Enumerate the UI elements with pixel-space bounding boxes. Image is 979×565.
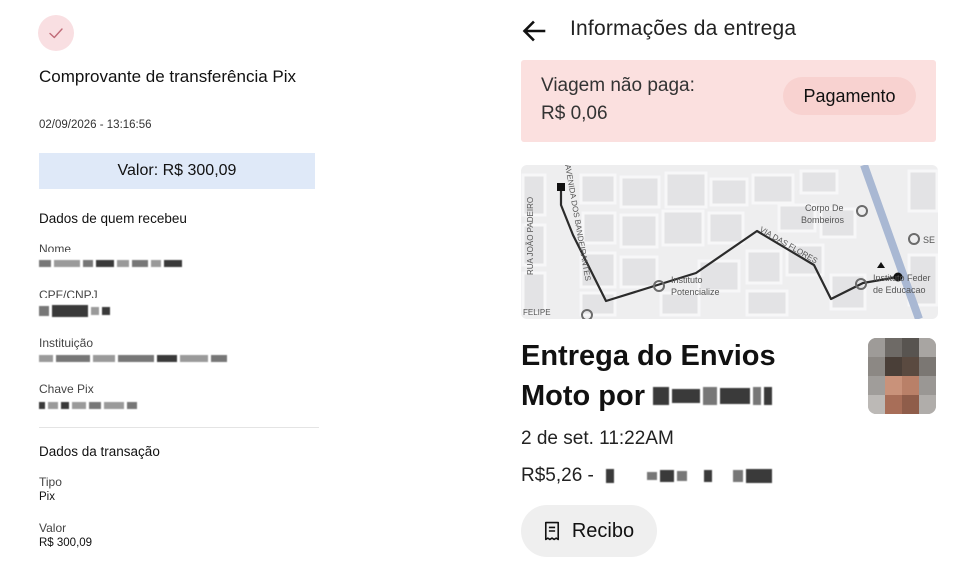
value-label: Valor: [39, 521, 67, 535]
map-poi-instituto-2: Potencialize: [671, 287, 720, 297]
receipt-title: Comprovante de transferência Pix: [39, 67, 297, 86]
pix-receipt-panel: Comprovante de transferência Pix 02/09/2…: [0, 0, 330, 565]
institution-label: Instituição: [39, 336, 94, 350]
payment-method-redacted: [605, 468, 772, 484]
map-poi-federal-2: de Educacao: [873, 285, 926, 295]
arrow-left-icon[interactable]: [520, 17, 548, 45]
receipt-datetime: 02/09/2026 - 13:16:56: [39, 119, 152, 131]
route-map-canvas: RUA JOÃO PADEIRO AVENIDA DOS BANDEIRANTE…: [521, 165, 938, 319]
map-poi-bombeiros-1: Corpo De: [805, 203, 844, 213]
type-label: Tipo: [39, 475, 62, 489]
route-map[interactable]: RUA JOÃO PADEIRO AVENIDA DOS BANDEIRANTE…: [521, 165, 938, 319]
payment-button[interactable]: Pagamento: [783, 77, 916, 115]
value-value: R$ 300,09: [39, 537, 93, 549]
recipient-section-heading: Dados de quem recebeu: [39, 211, 187, 226]
trip-title-line2-row: Moto por: [521, 376, 841, 416]
pix-key-value-redacted: [39, 401, 137, 409]
unpaid-trip-label: Viagem não paga:: [541, 75, 695, 96]
trip-title: Entrega do Envios Moto por: [521, 336, 841, 416]
section-divider: [39, 427, 319, 428]
trip-price: R$5,26 -: [521, 465, 594, 486]
amount-banner: Valor: R$ 300,09: [39, 153, 315, 189]
trip-price-row: R$5,26 -: [521, 465, 772, 487]
map-poi-bombeiros-2: Bombeiros: [801, 215, 845, 225]
trip-date: 2 de set. 11:22AM: [521, 428, 674, 449]
institution-value-redacted: [39, 354, 227, 362]
document-label: CPF/CNPJ: [39, 288, 98, 298]
name-value-redacted: [39, 259, 182, 267]
unpaid-trip-text: Viagem não paga: R$ 0,06: [541, 72, 695, 128]
map-street-joao-padeiro: RUA JOÃO PADEIRO: [526, 197, 535, 275]
map-poi-instituto-1: Instituto: [671, 275, 703, 285]
transaction-section-heading: Dados da transação: [39, 444, 160, 459]
driver-name-redacted: [653, 386, 773, 406]
unpaid-trip-card: Viagem não paga: R$ 0,06 Pagamento: [521, 60, 936, 142]
unpaid-trip-amount: R$ 0,06: [541, 103, 608, 124]
receipt-button[interactable]: Recibo: [521, 505, 657, 557]
map-poi-federal-1: Instituto Feder: [873, 273, 931, 283]
receipt-icon: [544, 521, 559, 541]
map-street-felipe: FELIPE: [523, 308, 551, 317]
driver-avatar: [868, 338, 936, 414]
trip-title-line2: Moto por: [521, 380, 646, 412]
document-value-redacted: [39, 305, 110, 317]
receipt-button-label: Recibo: [571, 519, 635, 542]
pix-key-label: Chave Pix: [39, 382, 94, 396]
trip-title-line1: Entrega do Envios: [521, 340, 776, 372]
map-poi-se: SE: [923, 235, 935, 245]
check-icon: [38, 15, 74, 51]
type-value: Pix: [39, 491, 55, 503]
page-title: Informações da entrega: [570, 17, 797, 40]
name-label: Nome: [39, 242, 72, 252]
